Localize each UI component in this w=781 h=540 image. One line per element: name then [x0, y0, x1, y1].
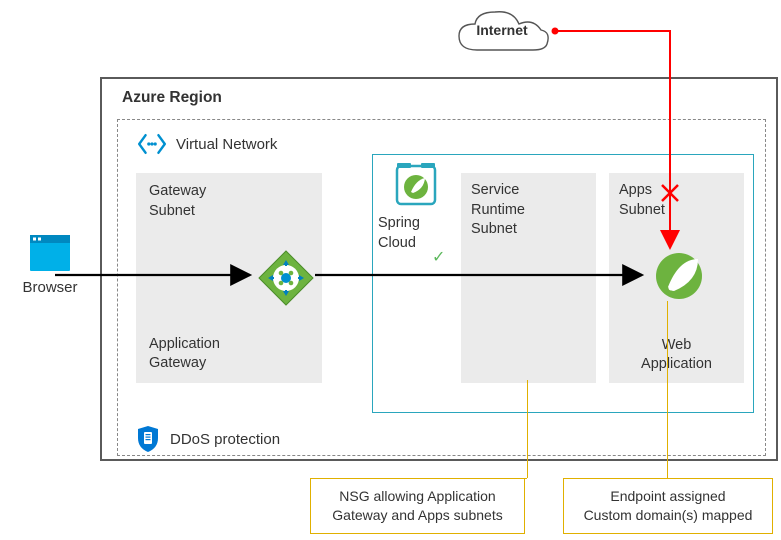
- region-title: Azure Region: [122, 89, 222, 107]
- web-application-icon: [654, 251, 704, 301]
- txt: Runtime: [471, 202, 525, 218]
- txt: Gateway: [149, 355, 206, 371]
- txt: Subnet: [619, 202, 665, 218]
- callout-nsg: NSG allowing Application Gateway and App…: [310, 478, 525, 534]
- application-gateway-icon: [257, 249, 315, 307]
- txt: Apps: [619, 182, 652, 198]
- vnet-label: Virtual Network: [176, 136, 277, 153]
- vnet-header: Virtual Network: [136, 130, 277, 158]
- ddos-shield-icon: [136, 424, 160, 454]
- browser-label: Browser: [10, 279, 90, 296]
- txt: Gateway and Apps subnets: [332, 507, 502, 523]
- txt: Service: [471, 182, 519, 198]
- callout-endpoint: Endpoint assigned Custom domain(s) mappe…: [563, 478, 773, 534]
- txt: NSG allowing Application: [339, 488, 495, 504]
- application-gateway-title: Application Gateway: [149, 335, 220, 374]
- browser-icon: [28, 231, 72, 275]
- virtual-network-box: Virtual Network Gateway Subnet Applicati…: [117, 119, 766, 456]
- azure-region-box: Azure Region Virtual Network Gateway Sub…: [100, 77, 778, 461]
- browser-node: Browser: [10, 231, 90, 296]
- vnet-icon: [136, 130, 168, 158]
- gateway-subnet-box: Gateway Subnet Application Gateway: [136, 173, 322, 383]
- callout-line-nsg: [527, 380, 528, 478]
- txt: Endpoint assigned: [610, 488, 725, 504]
- txt: Application: [641, 356, 712, 372]
- txt: Subnet: [471, 221, 517, 237]
- diagram-canvas: Internet Azure Region Virtual Network Ga…: [0, 0, 781, 540]
- txt: Application: [149, 336, 220, 352]
- callout-line-endpoint: [667, 301, 668, 478]
- ddos-row: DDoS protection: [136, 424, 280, 454]
- internet-label: Internet: [447, 22, 557, 38]
- internet-cloud: Internet: [447, 6, 557, 62]
- txt: Gateway: [149, 183, 206, 199]
- service-runtime-subnet-box: Service Runtime Subnet: [461, 173, 596, 383]
- apps-subnet-title: Apps Subnet: [619, 181, 665, 220]
- gateway-subnet-title: Gateway Subnet: [149, 182, 206, 221]
- txt: Custom domain(s) mapped: [584, 507, 753, 523]
- txt: Subnet: [149, 203, 195, 219]
- ddos-label: DDoS protection: [170, 431, 280, 448]
- service-runtime-title: Service Runtime Subnet: [471, 181, 525, 240]
- apps-subnet-box: Apps Subnet Web Application: [609, 173, 744, 383]
- web-application-title: Web Application: [609, 336, 744, 375]
